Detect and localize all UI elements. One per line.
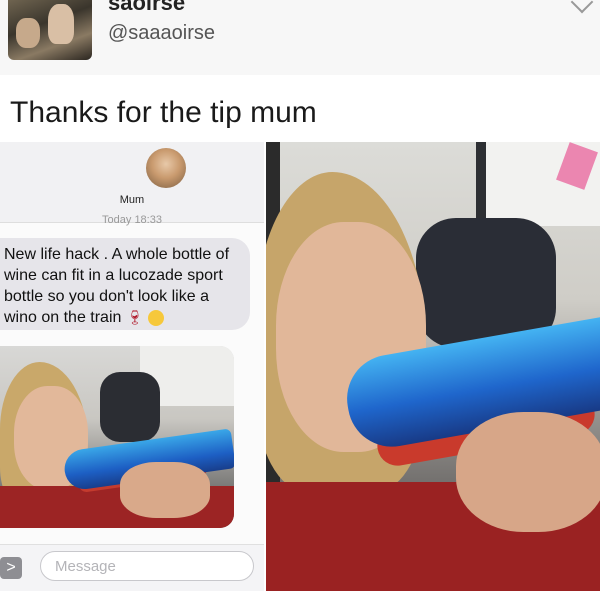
message-bubble[interactable]: New life hack . A whole bottle of wine c… (0, 238, 250, 330)
message-input-bar: > (0, 544, 264, 591)
wine-glass-icon: 🍷︎ (125, 309, 144, 325)
chevron-down-icon[interactable] (570, 0, 594, 14)
selfie-photo (266, 142, 600, 591)
imessage-screenshot: Mum Today 18:33 New life hack . A whole … (0, 142, 264, 591)
train-seat (100, 372, 160, 442)
user-handle[interactable]: @saaaoirse (108, 22, 215, 45)
tweet-header: saoirse @saaaoirse (0, 0, 600, 75)
avatar-person (48, 4, 74, 44)
display-name[interactable]: saoirse (108, 0, 185, 16)
expand-apps-icon[interactable]: > (0, 557, 22, 579)
message-timestamp: Today 18:33 (102, 214, 162, 226)
tweet-text: Thanks for the tip mum (10, 96, 317, 129)
conversation-header: Mum (0, 142, 264, 223)
message-text: New life hack . A whole bottle of wine c… (4, 246, 230, 326)
message-input[interactable] (40, 551, 254, 581)
halo-face-icon (148, 309, 165, 326)
profile-avatar[interactable] (8, 0, 92, 60)
image-attachment[interactable] (0, 346, 234, 528)
avatar-person (16, 18, 40, 48)
hand (120, 462, 210, 518)
contact-name[interactable]: Mum (0, 194, 264, 206)
message-text-wrap: New life hack . A whole bottle of wine c… (4, 244, 244, 328)
hand (456, 412, 600, 532)
contact-avatar[interactable] (146, 148, 186, 188)
